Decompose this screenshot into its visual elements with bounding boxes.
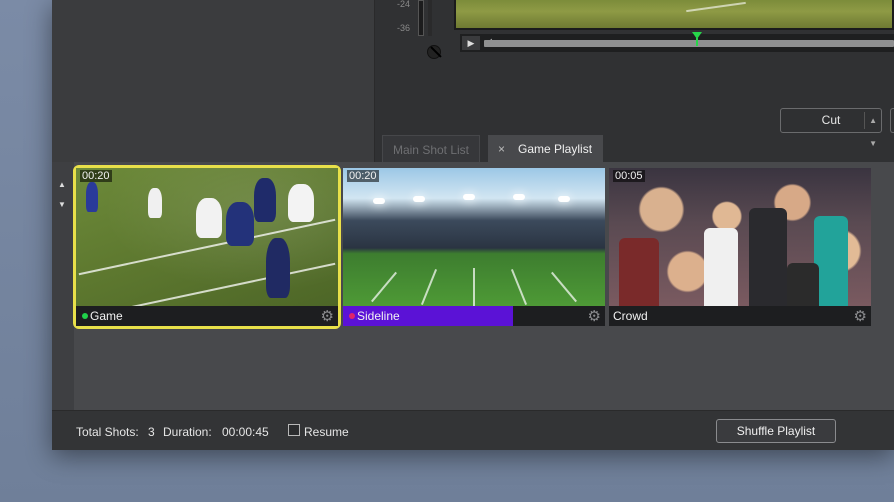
stadium-light bbox=[558, 196, 570, 202]
playhead-marker[interactable] bbox=[692, 32, 702, 39]
select-divider bbox=[864, 112, 865, 129]
shot-name: Game bbox=[90, 309, 123, 323]
adjacent-control[interactable] bbox=[890, 108, 894, 133]
tab-close-icon[interactable]: × bbox=[498, 135, 505, 163]
play-button[interactable]: ▶ bbox=[462, 36, 480, 50]
total-shots-value: 3 bbox=[148, 425, 155, 439]
shot-name: Sideline bbox=[357, 309, 400, 323]
move-down-icon[interactable]: ▼ bbox=[58, 200, 66, 209]
shuffle-playlist-button[interactable]: Shuffle Playlist bbox=[716, 419, 836, 443]
status-dot-cued bbox=[349, 313, 355, 319]
shot-thumbnail-crowd bbox=[609, 168, 871, 306]
shot-duration: 00:20 bbox=[347, 170, 379, 182]
crowd-figure bbox=[749, 208, 787, 306]
crowd-figure bbox=[704, 228, 738, 306]
playlist-footer: Total Shots: 3 Duration: 00:00:45 Resume… bbox=[52, 410, 894, 450]
shot-card-sideline[interactable]: 00:20 Sideline ⚙ bbox=[343, 168, 605, 326]
player-figure bbox=[86, 182, 98, 212]
tab-label: Game Playlist bbox=[518, 142, 593, 156]
gear-icon[interactable]: ⚙ bbox=[588, 307, 601, 325]
transport-bar: ▶ ◢ bbox=[460, 32, 894, 52]
gear-icon[interactable]: ⚙ bbox=[854, 307, 867, 325]
audio-meter-secondary bbox=[428, 0, 432, 36]
status-dot-live bbox=[82, 313, 88, 319]
field-line bbox=[78, 262, 336, 306]
stadium-light bbox=[513, 194, 525, 200]
player-figure bbox=[266, 238, 290, 298]
crowd-figure bbox=[814, 216, 848, 306]
scrubber-track[interactable] bbox=[484, 40, 894, 47]
player-figure bbox=[196, 198, 222, 238]
crowd-figure bbox=[619, 238, 659, 306]
transition-select[interactable]: Cut ▲ ▼ bbox=[780, 108, 882, 148]
shot-duration: 00:20 bbox=[80, 170, 112, 182]
duration-label: Duration: bbox=[163, 425, 212, 439]
meter-label-minus24: -24 bbox=[397, 0, 411, 9]
player-figure bbox=[148, 188, 162, 218]
dropdown-icon: ▲ ▼ bbox=[869, 116, 877, 148]
playhead-line bbox=[696, 38, 698, 46]
total-shots-label: Total Shots: bbox=[76, 425, 139, 439]
shot-name: Crowd bbox=[613, 309, 648, 323]
app-window: -24 -36 ▶ ◢ Cut ▲▼ Main Shot List × Game… bbox=[52, 0, 894, 450]
yard-line bbox=[371, 271, 397, 303]
shot-label-bar: Crowd ⚙ bbox=[609, 306, 871, 326]
shot-thumbnail-game bbox=[76, 168, 338, 306]
shot-card-game[interactable]: 00:20 Game ⚙ bbox=[73, 165, 341, 329]
crowd-figure bbox=[787, 263, 819, 306]
shot-thumbnail-sideline bbox=[343, 168, 605, 306]
move-up-icon[interactable]: ▲ bbox=[58, 180, 66, 189]
duration-value: 00:00:45 bbox=[222, 425, 269, 439]
shot-label-bar: Game ⚙ bbox=[76, 306, 338, 326]
shot-duration: 00:05 bbox=[613, 170, 645, 182]
yard-line bbox=[420, 269, 438, 305]
yard-line bbox=[551, 271, 577, 303]
player-figure bbox=[288, 184, 314, 222]
volume-knob[interactable] bbox=[427, 45, 441, 59]
tab-main-shot-list[interactable]: Main Shot List bbox=[382, 135, 480, 163]
gear-icon[interactable]: ⚙ bbox=[321, 307, 334, 325]
shot-card-crowd[interactable]: 00:05 Crowd ⚙ bbox=[609, 168, 871, 326]
playlist-area: ▲ ▼ 00:20 Game ⚙ 00:20 Sideline ⚙ 00:05 … bbox=[52, 162, 894, 410]
tab-game-playlist[interactable]: × Game Playlist bbox=[488, 135, 603, 163]
stadium-light bbox=[413, 196, 425, 202]
top-left-panel bbox=[52, 0, 374, 162]
resume-label[interactable]: Resume bbox=[304, 425, 349, 439]
player-figure bbox=[226, 202, 254, 246]
audio-meter bbox=[418, 0, 424, 36]
transition-select-value: Cut bbox=[821, 113, 841, 127]
player-figure bbox=[254, 178, 276, 222]
shot-label-bar: Sideline ⚙ bbox=[343, 306, 605, 326]
meter-label-minus36: -36 bbox=[397, 23, 411, 33]
stadium-light bbox=[373, 198, 385, 204]
stadium-light bbox=[463, 194, 475, 200]
playlist-side-strip: ▲ ▼ bbox=[52, 162, 74, 410]
program-preview bbox=[454, 0, 894, 30]
resume-checkbox[interactable] bbox=[288, 424, 300, 436]
yard-line bbox=[510, 269, 528, 305]
yard-line bbox=[473, 268, 475, 306]
